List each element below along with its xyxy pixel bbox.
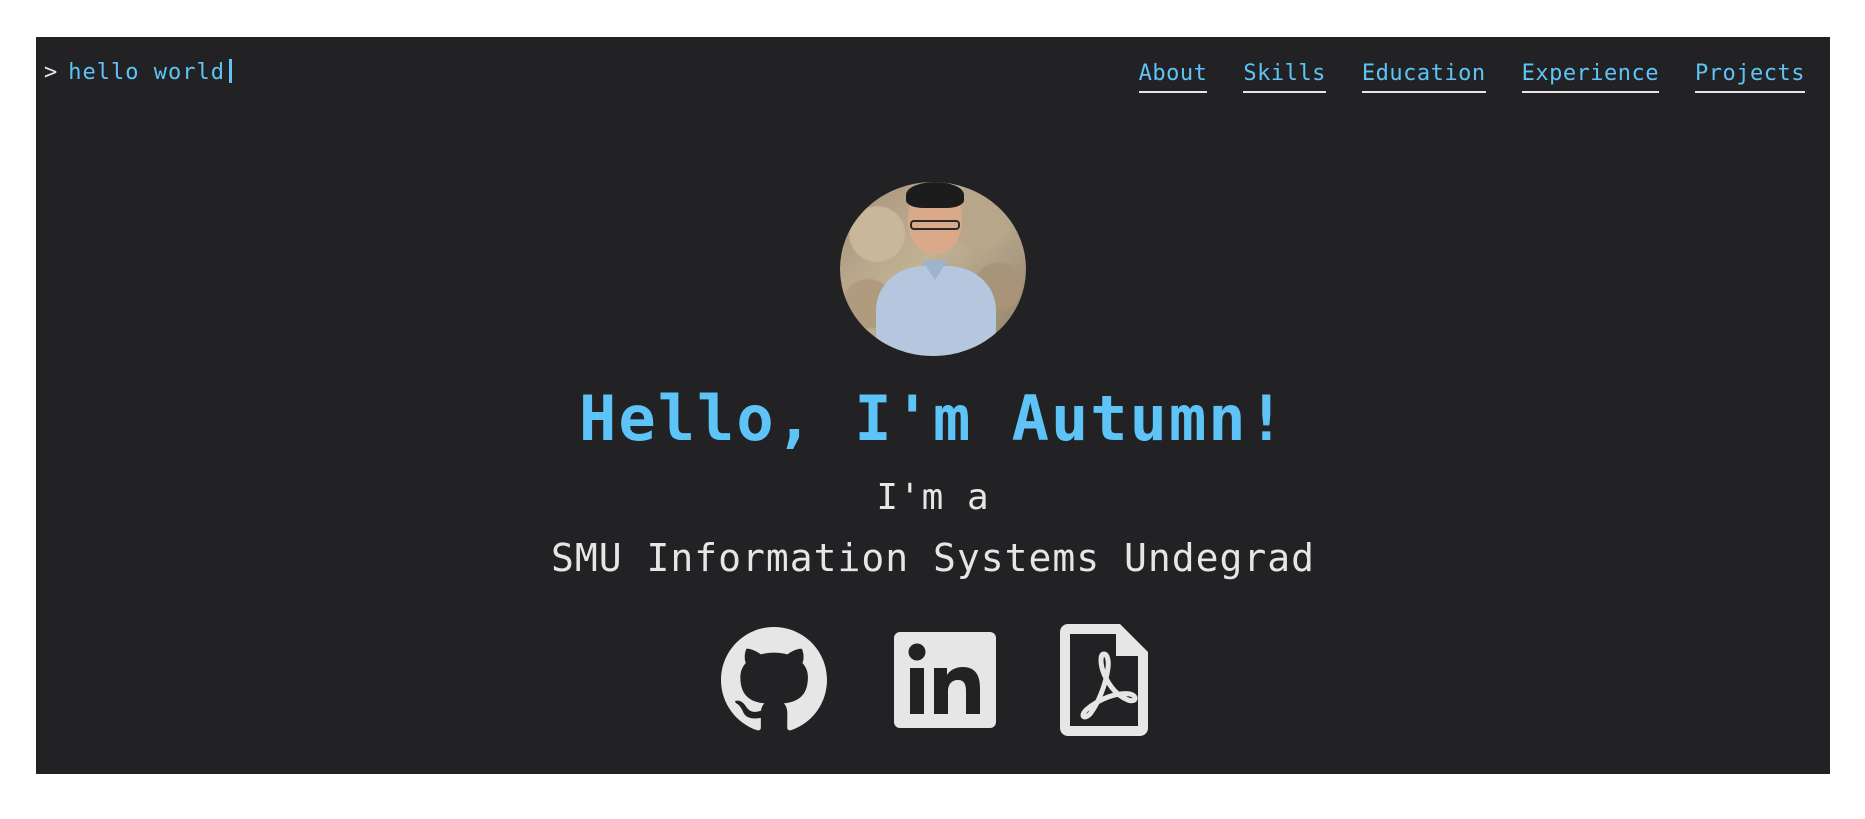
avatar-hair [906,182,964,208]
avatar-shirt [876,266,996,356]
hero-greeting: Hello, I'm Autumn! [579,382,1287,455]
hero-role: SMU Information Systems Undegrad [550,536,1316,580]
github-link[interactable] [718,627,830,733]
nav-link-projects[interactable]: Projects [1695,61,1805,93]
nav-link-education[interactable]: Education [1361,61,1486,93]
nav-link-experience[interactable]: Experience [1521,61,1660,93]
avatar-glasses [910,220,960,230]
linkedin-icon [894,632,996,728]
linkedin-link[interactable] [894,632,996,728]
terminal-text: hello world [68,60,225,85]
social-links [36,624,1830,736]
github-icon [721,627,827,731]
nav-link-skills[interactable]: Skills [1243,61,1326,93]
nav-link-about[interactable]: About [1138,61,1208,93]
hero-subline: I'm a [876,477,990,518]
main-nav: About Skills Education Experience Projec… [1138,61,1805,93]
resume-link[interactable] [1060,624,1148,736]
terminal-typing-text: > hello world [44,59,232,85]
avatar [840,182,1026,356]
typing-cursor [228,59,232,83]
prompt-symbol: > [44,60,59,85]
pdf-resume-icon [1060,624,1148,736]
page-frame: > hello world About Skills Education Expe… [36,37,1830,774]
hero-section: Hello, I'm Autumn! I'm a SMU Information… [36,182,1830,580]
